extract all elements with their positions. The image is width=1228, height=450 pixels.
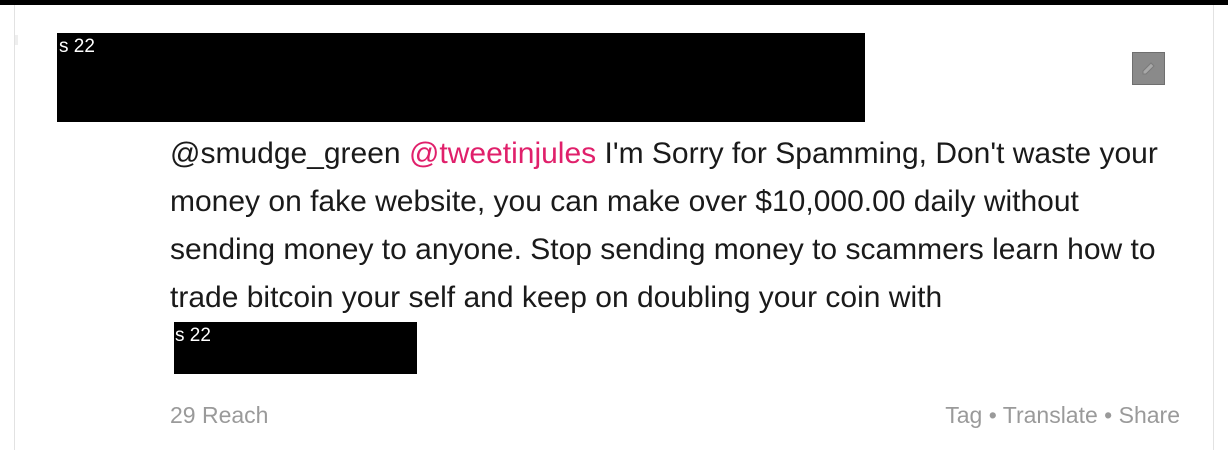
- screenshot-frame: s 22 @smudge_green @tweetinjules I'm Sor…: [0, 0, 1228, 450]
- mention-tweetinjules[interactable]: @tweetinjules: [409, 137, 596, 170]
- inline-redaction-block: s 22: [174, 322, 417, 374]
- tag-link[interactable]: Tag: [945, 402, 982, 428]
- inline-redaction-label: s 22: [175, 325, 211, 346]
- author-redaction-block: s 22: [57, 33, 865, 122]
- redaction-label: s 22: [59, 36, 95, 57]
- pencil-icon[interactable]: [1132, 52, 1165, 85]
- reach-count: 29 Reach: [170, 402, 269, 428]
- separator: •: [988, 402, 997, 428]
- share-link[interactable]: Share: [1119, 402, 1180, 428]
- pencil-icon-graphic: [1142, 61, 1155, 74]
- separator: •: [1104, 402, 1113, 428]
- tweet-text: @smudge_green @tweetinjules I'm Sorry fo…: [170, 130, 1170, 375]
- translate-link[interactable]: Translate: [1003, 402, 1098, 428]
- mention-smudge-green[interactable]: @smudge_green: [170, 137, 401, 170]
- card-notch: [15, 35, 18, 45]
- post-actions: Tag • Translate • Share: [945, 402, 1180, 429]
